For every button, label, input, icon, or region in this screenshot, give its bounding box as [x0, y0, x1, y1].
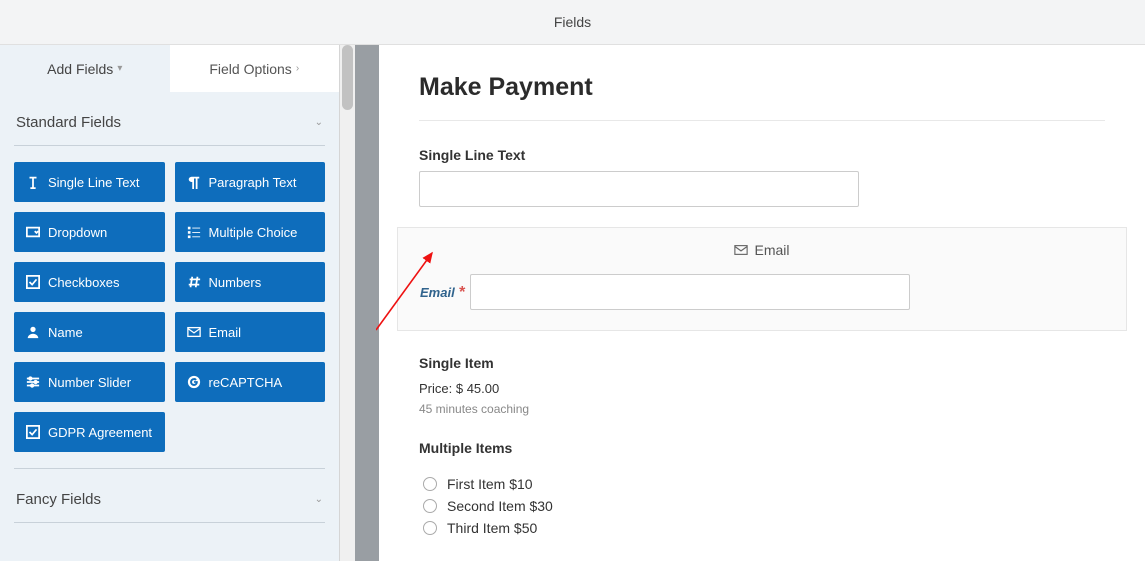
sliders-icon [26, 375, 40, 389]
required-asterisk: * [459, 284, 465, 301]
field-label: Numbers [209, 275, 262, 290]
check-square-icon [26, 275, 40, 289]
left-scrollbar[interactable] [340, 45, 355, 561]
field-multiple-choice[interactable]: Multiple Choice [175, 212, 326, 252]
radio-label: Third Item $50 [447, 520, 537, 536]
email-field-label: Email [420, 285, 455, 300]
field-paragraph-text[interactable]: Paragraph Text [175, 162, 326, 202]
field-label: Email [209, 325, 242, 340]
field-numbers[interactable]: Numbers [175, 262, 326, 302]
form-title: Make Payment [419, 73, 1105, 121]
tab-label: Field Options [209, 61, 291, 77]
field-label: reCAPTCHA [209, 375, 283, 390]
paragraph-icon [187, 175, 201, 189]
main-layout: Add Fields ▾ Field Options › Standard Fi… [0, 45, 1145, 561]
section-title: Standard Fields [16, 114, 121, 131]
hash-icon [187, 275, 201, 289]
radio-icon [423, 477, 437, 491]
field-block-single-line[interactable]: Single Line Text [419, 147, 1105, 207]
list-icon [187, 225, 201, 239]
price-label: Price: [419, 381, 452, 396]
chevron-down-icon: ⌄ [315, 494, 323, 505]
user-icon [26, 325, 40, 339]
field-gdpr[interactable]: GDPR Agreement [14, 412, 165, 452]
radio-label: Second Item $30 [447, 498, 553, 514]
tab-row: Add Fields ▾ Field Options › [0, 45, 339, 92]
section-standard-fields[interactable]: Standard Fields ⌄ [14, 92, 325, 146]
envelope-icon [734, 243, 748, 257]
radio-option[interactable]: First Item $10 [423, 476, 1105, 492]
field-number-slider[interactable]: Number Slider [14, 362, 165, 402]
field-label: Dropdown [48, 225, 107, 240]
scrollbar-thumb[interactable] [342, 45, 353, 110]
price-line: Price: $ 45.00 [419, 381, 1105, 396]
standard-fields-grid: Single Line Text Paragraph Text Dropdown [14, 146, 325, 452]
top-bar-title: Fields [554, 14, 591, 30]
field-single-line-text[interactable]: Single Line Text [14, 162, 165, 202]
email-input[interactable] [470, 274, 910, 310]
field-checkboxes[interactable]: Checkboxes [14, 262, 165, 302]
section-fancy-fields[interactable]: Fancy Fields ⌄ [14, 468, 325, 523]
field-recaptcha[interactable]: reCAPTCHA [175, 362, 326, 402]
section-title: Fancy Fields [16, 491, 101, 508]
envelope-icon [187, 325, 201, 339]
field-label: Name [48, 325, 83, 340]
chevron-right-icon: › [296, 63, 299, 74]
field-dropdown[interactable]: Dropdown [14, 212, 165, 252]
multiple-items-label: Multiple Items [419, 440, 1105, 456]
radio-icon [423, 521, 437, 535]
field-label: Number Slider [48, 375, 131, 390]
top-bar: Fields [0, 0, 1145, 45]
field-block-single-item[interactable]: Single Item Price: $ 45.00 45 minutes co… [419, 355, 1105, 416]
check-square-icon [26, 425, 40, 439]
dropped-email-field[interactable]: Email Email * [397, 227, 1127, 331]
dropped-field-header: Email [420, 242, 1104, 258]
chevron-down-icon: ▾ [117, 63, 122, 74]
field-name[interactable]: Name [14, 312, 165, 352]
price-value: $ 45.00 [456, 381, 499, 396]
chevron-down-icon: ⌄ [315, 117, 323, 128]
form-preview-panel: Make Payment Single Line Text Email Emai… [355, 45, 1145, 561]
field-label: Checkboxes [48, 275, 120, 290]
field-label: Paragraph Text [209, 175, 297, 190]
tab-add-fields[interactable]: Add Fields ▾ [0, 45, 170, 92]
single-item-label: Single Item [419, 355, 1105, 371]
field-label: Single Line Text [48, 175, 140, 190]
single-line-input[interactable] [419, 171, 859, 207]
tab-field-options[interactable]: Field Options › [170, 45, 340, 92]
tab-label: Add Fields [47, 61, 113, 77]
field-label: GDPR Agreement [48, 425, 152, 440]
dropdown-icon [26, 225, 40, 239]
item-description: 45 minutes coaching [419, 402, 1105, 416]
radio-option[interactable]: Third Item $50 [423, 520, 1105, 536]
field-label: Single Line Text [419, 147, 1105, 163]
text-cursor-icon [26, 175, 40, 189]
field-label: Multiple Choice [209, 225, 298, 240]
radio-icon [423, 499, 437, 513]
radio-option[interactable]: Second Item $30 [423, 498, 1105, 514]
field-block-multiple-items[interactable]: Multiple Items First Item $10 Second Ite… [419, 440, 1105, 536]
google-icon [187, 375, 201, 389]
left-panel: Add Fields ▾ Field Options › Standard Fi… [0, 45, 340, 561]
dropped-field-title: Email [754, 242, 789, 258]
field-email[interactable]: Email [175, 312, 326, 352]
radio-label: First Item $10 [447, 476, 533, 492]
panel-body: Standard Fields ⌄ Single Line Text Parag… [0, 92, 339, 561]
